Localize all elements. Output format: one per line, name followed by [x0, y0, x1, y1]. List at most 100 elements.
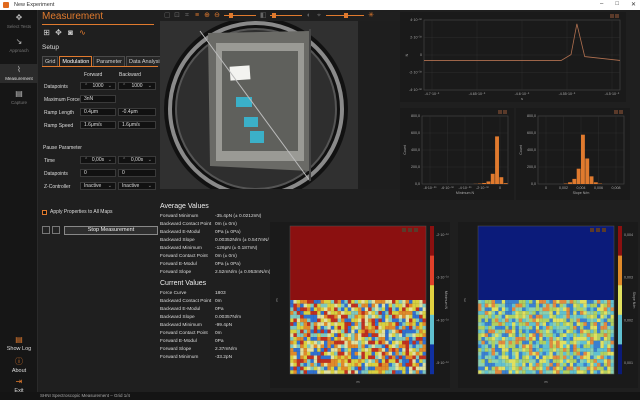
heatmap-cell [371, 344, 376, 349]
maximum-force-field[interactable]: 3nN [80, 95, 116, 103]
focus-icon[interactable]: ⌖ [316, 12, 322, 19]
slider-knob[interactable] [344, 13, 348, 18]
fit-icon[interactable]: ⊡ [174, 12, 180, 19]
heatmap-cell [610, 303, 615, 308]
contrast-slider[interactable] [270, 13, 302, 18]
heatmap-cell [532, 318, 536, 323]
heatmap-cell [300, 325, 304, 330]
contrast-icon[interactable]: ◧ [260, 12, 267, 19]
heatmap-cell [378, 348, 382, 352]
heatmap-cell [481, 362, 485, 367]
heatmap-cell [600, 300, 604, 304]
grid-icon[interactable]: ⊞ [42, 28, 51, 37]
heatmap-cell [580, 303, 584, 308]
slider-knob[interactable] [229, 13, 233, 18]
about-button[interactable]: ⓘ About [0, 358, 38, 375]
heatmap-cell [542, 300, 547, 304]
heatmap-cell [330, 348, 335, 352]
heatmap-cell [330, 359, 335, 363]
slope-heatmap[interactable]: 0,004 0,003 0,002 0,001 Slope N/m m m [458, 222, 638, 388]
move-icon[interactable]: ✥ [54, 28, 63, 37]
heatmap-cell [580, 300, 584, 304]
square-button-2[interactable] [52, 226, 60, 234]
heatmap-cell [522, 351, 526, 356]
camera-icon[interactable]: ◙ [66, 28, 75, 37]
heatmap-cell [330, 344, 335, 349]
zoom-slider[interactable] [224, 13, 256, 18]
heatmap-cell [573, 311, 577, 315]
heatmap-cell [290, 318, 294, 323]
forward-ramp-speed-field[interactable]: 1.6μm/s [80, 121, 116, 129]
backward-pause-datapoints-field[interactable]: 0 [118, 169, 156, 177]
heatmap-cell [317, 314, 321, 319]
forward-pause-datapoints-field[interactable]: 0 [80, 169, 116, 177]
heatmap-cell [368, 340, 372, 345]
heatmap-cell [405, 348, 410, 352]
heatmap-cell [583, 311, 587, 315]
forward-datapoints-field[interactable]: ⌃ 1000 ⌄ [80, 82, 116, 90]
forward-z-controller-select[interactable]: Inactive ⌄ [80, 182, 116, 190]
heatmap-cell [597, 355, 601, 360]
crop-icon[interactable]: ⌗ [184, 12, 190, 19]
slider-knob[interactable] [272, 13, 276, 18]
curve-icon[interactable]: ∿ [78, 28, 87, 37]
heatmap-cell [303, 333, 308, 338]
heatmap-cell [422, 370, 427, 375]
video-toolbar: ▢ ⊡ ⌗ ≡ ⊕ ⊖ ◧ ◐ ⌖ ✳ [160, 10, 400, 21]
heatmap-cell [478, 344, 482, 349]
sidebar-item-capture[interactable]: ▤ Capture [0, 90, 38, 106]
minimize-icon[interactable]: – [600, 1, 603, 8]
backward-z-controller-select[interactable]: Inactive ⌄ [118, 182, 156, 190]
backward-ramp-length-field[interactable]: -0.4μm [118, 108, 156, 116]
heatmap-cell [573, 340, 577, 345]
heatmap-cell [539, 314, 543, 319]
heatmap-cell [422, 303, 427, 308]
heatmap-cell [586, 307, 591, 312]
zoom-out-icon[interactable]: ⊖ [214, 12, 220, 19]
heatmap-cell [398, 366, 403, 371]
stop-measurement-button[interactable]: Stop Measurement [64, 226, 158, 235]
heatmap-cell [327, 340, 331, 345]
sidebar-item-select-tests[interactable]: ✥ Select Tests [0, 14, 38, 30]
frame-icon[interactable]: ▢ [164, 12, 171, 19]
checkbox-box[interactable] [42, 209, 47, 215]
heatmap-cell [569, 300, 574, 304]
heatmap-cell [375, 300, 379, 304]
heatmap-cell [573, 366, 577, 371]
y-axis-label: m [463, 299, 467, 302]
chevron-down-icon: ⌄ [107, 157, 112, 163]
focus-slider[interactable] [326, 13, 364, 18]
square-button-1[interactable] [42, 226, 50, 234]
heatmap-cell [395, 351, 399, 356]
heatmap-cell [419, 348, 423, 352]
sidebar-item-approach[interactable]: ↘ Approach [0, 38, 38, 54]
backward-time-field[interactable]: ⌃ 0,00s ⌄ [118, 156, 156, 164]
heatmap-cell [422, 300, 427, 304]
close-icon[interactable]: ✕ [631, 1, 636, 8]
menu-icon[interactable]: ≡ [194, 12, 200, 19]
forward-time-field[interactable]: ⌃ 0,00s ⌄ [80, 156, 116, 164]
minimum-heatmap[interactable]: -2·10⁻¹⁰ -3·10⁻¹⁰ -4·10⁻¹⁰ -5·10⁻¹⁰ Minimum … [270, 222, 450, 388]
zoom-in-icon[interactable]: ⊕ [204, 12, 210, 19]
x-tick-label: -8·10⁻¹⁰ [424, 186, 437, 190]
force-curve-chart[interactable]: 4·10⁻¹⁰ 2·10⁻¹⁰ 0 -2·10⁻¹⁰ -4·10⁻¹⁰ -4.7·10⁻⁵… [400, 12, 626, 102]
heatmap-cell [573, 344, 577, 349]
apply-all-maps-checkbox[interactable]: Apply Properties to All Maps [42, 209, 113, 215]
sidebar-item-measurement[interactable]: ⌇ Measurement [0, 64, 38, 83]
brightness-icon[interactable]: ◐ [306, 12, 312, 19]
backward-datapoints-field[interactable]: ⌃ 1000 ⌄ [118, 82, 156, 90]
heatmap-cell [412, 311, 416, 315]
forward-ramp-length-field[interactable]: 0.4μm [80, 108, 116, 116]
heatmap-cell [546, 355, 550, 360]
maximize-icon[interactable]: □ [615, 1, 619, 8]
heatmap-cell [415, 359, 420, 363]
histogram-bar [495, 136, 499, 184]
heatmap-cell [559, 355, 564, 360]
show-log-button[interactable]: ▤ Show Log [0, 336, 38, 353]
light-icon[interactable]: ✳ [368, 12, 374, 19]
camera-view[interactable] [160, 21, 400, 189]
slope-histogram[interactable]: 800,0 600,0 400,0 200,0 0,0 0 0,002 0,004 0,006 0… [516, 108, 630, 200]
minimum-histogram[interactable]: 800,0 600,0 400,0 200,0 0,0 -8·10⁻¹⁰ -6·10⁻¹⁰ -… [400, 108, 514, 200]
heatmap-cell [518, 359, 523, 363]
backward-ramp-speed-field[interactable]: 1.6μm/s [118, 121, 156, 129]
